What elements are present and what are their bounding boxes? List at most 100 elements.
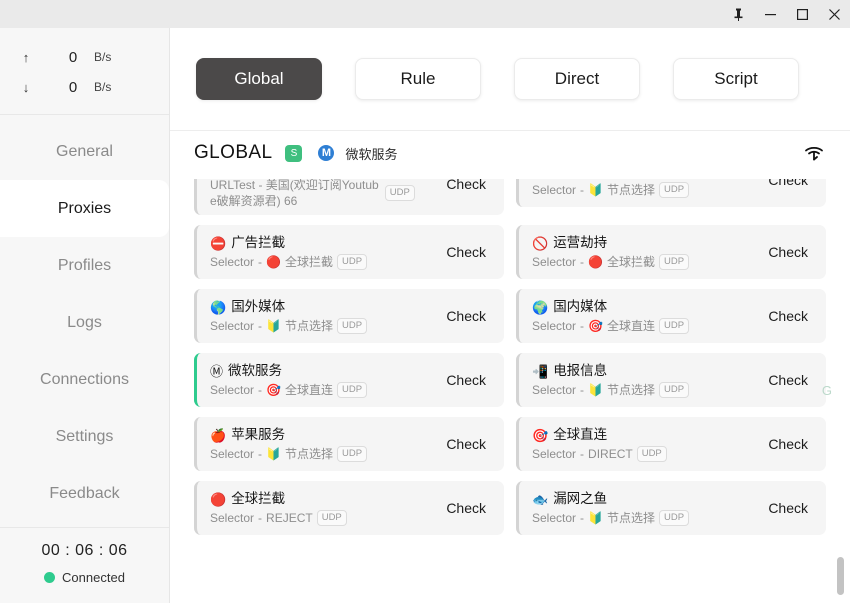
selected-proxy-name: 微软服务 <box>345 146 398 162</box>
proxy-card[interactable]: 📲 电报信息 Selector - 🔰 节点选择 UDP Check <box>516 353 826 407</box>
proxy-card-text: ⛔ 广告拦截 Selector - 🔴 全球拦截 UDP <box>210 234 436 270</box>
proxy-sub-separator: - <box>580 511 585 525</box>
udp-badge: UDP <box>636 446 667 462</box>
proxy-target-emoji-icon: 🎯 <box>588 319 603 333</box>
maximize-button[interactable] <box>786 0 818 28</box>
group-title: GLOBAL <box>194 142 273 163</box>
udp-badge: UDP <box>384 185 415 201</box>
proxy-card[interactable]: 🌿自动选择URLTest - 美国(欢迎订阅Youtube破解资源君) 66UD… <box>194 175 504 215</box>
sidebar-nav: General Proxies Profiles Logs Connections Set… <box>0 115 169 527</box>
scrollbar-thumb[interactable] <box>837 557 844 595</box>
group-header: GLOBAL S M 微软服务 <box>170 131 850 175</box>
sidebar-item-logs[interactable]: Logs <box>0 294 169 351</box>
check-button[interactable]: Check <box>758 240 818 264</box>
check-button[interactable]: Check <box>758 368 818 392</box>
wifi-icon[interactable] <box>802 143 826 163</box>
proxy-emoji-icon: Ⓜ <box>210 363 224 379</box>
proxy-list-area: 🌿自动选择URLTest - 美国(欢迎订阅Youtube破解资源君) 66UD… <box>170 175 850 603</box>
sidebar-item-settings[interactable]: Settings <box>0 408 169 465</box>
minimize-button[interactable] <box>754 0 786 28</box>
proxy-sub-separator: - <box>258 383 263 397</box>
mode-button-rule[interactable]: Rule <box>355 58 481 100</box>
proxy-card-subtitle: URLTest - 美国(欢迎订阅Youtub e破解资源君) 66 UDP <box>210 177 436 209</box>
proxy-card[interactable]: ⛔ 广告拦截 Selector - 🔴 全球拦截 UDP Check <box>194 225 504 279</box>
sidebar-item-connections[interactable]: Connections <box>0 351 169 408</box>
sidebar-item-label: Settings <box>55 427 114 445</box>
proxy-card-title: 广告拦截 <box>231 235 286 250</box>
check-button[interactable]: Check <box>436 432 496 456</box>
proxy-target-name: 全球拦截 <box>284 255 333 269</box>
proxy-target-name: DIRECT <box>588 447 633 461</box>
proxy-card-title-row: 🚫 运营劫持 <box>532 234 758 252</box>
proxy-kind: Selector <box>210 511 255 525</box>
wifi-glyph <box>805 146 823 161</box>
app-window: ↑ 0 B/s ↓ 0 B/s General Proxies Profiles Lo… <box>0 0 850 603</box>
proxy-card[interactable]: 🐟 漏网之鱼 Selector - 🔰 节点选择 UDP Check <box>516 481 826 535</box>
mode-button-label: Direct <box>554 69 600 88</box>
proxy-card[interactable]: 🌍 国内媒体 Selector - 🎯 全球直连 UDP Check <box>516 289 826 343</box>
proxy-card-subtitle: Selector - 🔰 节点选择 UDP <box>532 382 758 398</box>
proxy-kind: Selector <box>210 383 255 397</box>
sidebar-item-feedback[interactable]: Feedback <box>0 465 169 522</box>
title-bar <box>0 0 850 28</box>
mode-selector: Global Rule Direct Script <box>170 28 850 131</box>
proxy-target-emoji-icon: 🔴 <box>588 255 603 269</box>
proxy-sub-separator: - <box>258 447 263 461</box>
udp-badge: UDP <box>337 318 368 334</box>
check-button[interactable]: Check <box>436 240 496 264</box>
connection-label: Connected <box>62 570 125 585</box>
proxy-card-subtitle: Selector - 🎯 全球直连 UDP <box>210 382 436 398</box>
close-button[interactable] <box>818 0 850 28</box>
proxy-emoji-icon: ⛔ <box>210 235 227 251</box>
proxy-emoji-icon: 🌎 <box>210 299 227 315</box>
pin-icon <box>734 8 742 21</box>
mode-button-script[interactable]: Script <box>673 58 799 100</box>
mode-button-label: Script <box>714 69 758 88</box>
proxy-target-name: 全球直连 <box>284 383 333 397</box>
proxy-subtitle-line-2: e破解资源君) 66 <box>210 194 298 208</box>
proxy-subtitle-lines: URLTest - 美国(欢迎订阅Youtub e破解资源君) 66 <box>210 177 379 209</box>
proxy-card-subtitle: Selector - 🔴 全球拦截 UDP <box>210 254 436 270</box>
proxy-card[interactable]: 🌎 国外媒体 Selector - 🔰 节点选择 UDP Check <box>194 289 504 343</box>
connection-status: Connected <box>0 570 169 585</box>
sidebar-item-general[interactable]: General <box>0 123 169 180</box>
proxy-card-title: 国外媒体 <box>231 299 286 314</box>
check-button[interactable]: Check <box>758 432 818 456</box>
check-button[interactable]: Check <box>758 304 818 328</box>
proxy-card[interactable]: 🎯 全球直连 Selector - DIRECT UDP Check <box>516 417 826 471</box>
proxy-list-scrollbar[interactable] <box>837 175 844 603</box>
proxy-card[interactable]: Ⓜ 微软服务 Selector - 🎯 全球直连 UDP Check <box>194 353 504 407</box>
proxy-target-name: 节点选择 <box>284 447 333 461</box>
proxy-card-title: NETFLIX <box>553 175 609 180</box>
udp-badge: UDP <box>316 510 347 526</box>
proxy-card[interactable]: 🚫 运营劫持 Selector - 🔴 全球拦截 UDP Check <box>516 225 826 279</box>
download-speed-row: ↓ 0 B/s <box>0 72 169 102</box>
proxy-sub-separator: - <box>258 319 263 333</box>
sidebar-item-proxies[interactable]: Proxies <box>0 180 169 237</box>
check-button[interactable]: Check <box>436 304 496 328</box>
mode-button-global[interactable]: Global <box>196 58 322 100</box>
proxy-card-title-row: 📲 电报信息 <box>532 362 758 380</box>
proxy-target-name: 全球拦截 <box>606 255 655 269</box>
mode-button-direct[interactable]: Direct <box>514 58 640 100</box>
check-button[interactable]: Check <box>758 175 818 192</box>
check-button[interactable]: Check <box>436 368 496 392</box>
pin-button[interactable] <box>722 0 754 28</box>
proxy-card-title-row: ⛔ 广告拦截 <box>210 234 436 252</box>
check-button[interactable]: Check <box>758 496 818 520</box>
proxy-card-subtitle: Selector - 🔴 全球拦截 UDP <box>532 254 758 270</box>
proxy-card[interactable]: 🍎 苹果服务 Selector - 🔰 节点选择 UDP Check <box>194 417 504 471</box>
sidebar-item-profiles[interactable]: Profiles <box>0 237 169 294</box>
proxy-card[interactable]: 🎬 NETFLIX Selector-🔰节点选择 UDP Check <box>516 175 826 207</box>
check-button[interactable]: Check <box>436 496 496 520</box>
proxy-card[interactable]: 🔴 全球拦截 Selector - REJECT UDP Check <box>194 481 504 535</box>
proxy-card-title: 微软服务 <box>228 363 283 378</box>
sidebar-item-label: Feedback <box>49 484 120 502</box>
proxy-card-title: 全球直连 <box>553 427 608 442</box>
sidebar-item-label: Connections <box>40 370 129 388</box>
upload-arrow-icon: ↑ <box>22 49 30 65</box>
check-button[interactable]: Check <box>436 175 496 196</box>
proxy-card-title: 电报信息 <box>553 363 608 378</box>
speed-indicator: ↑ 0 B/s ↓ 0 B/s <box>0 28 169 115</box>
maximize-icon <box>796 8 808 20</box>
